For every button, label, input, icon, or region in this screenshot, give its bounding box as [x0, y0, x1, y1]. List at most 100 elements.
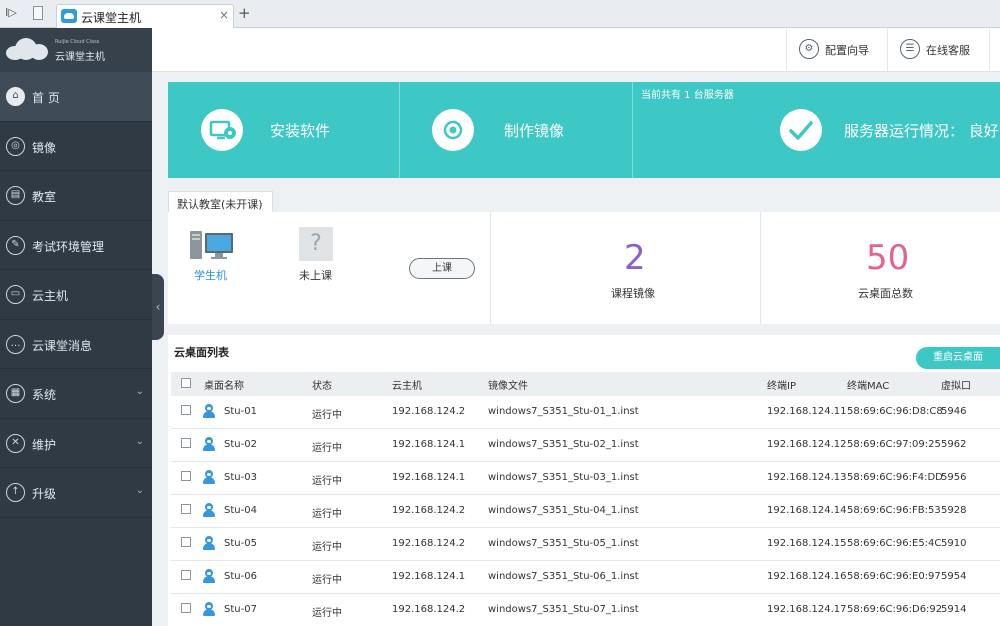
sidebar-item-3[interactable]: ✎ 考试环境管理	[0, 221, 152, 270]
desktop-name-cell: Stu-02	[224, 439, 257, 450]
virtual-port-cell: 5962	[941, 439, 967, 450]
status-cell: 运行中	[312, 575, 342, 586]
row-checkbox[interactable]	[181, 504, 191, 514]
col-terminal-mac[interactable]: 终端MAC	[847, 377, 889, 392]
table-row[interactable]: Stu-03 运行中 192.168.124.1 windows7_S351_Stu-…	[171, 462, 1000, 495]
sidebar-item-2[interactable]: ▤ 教室	[0, 171, 152, 221]
page-icon[interactable]	[33, 6, 43, 20]
sidebar-item-label: 镜像	[32, 140, 57, 155]
close-icon[interactable]: ×	[219, 8, 229, 22]
config-wizard-label: 配置向导	[825, 44, 869, 57]
row-checkbox[interactable]	[181, 405, 191, 415]
col-virtual-port[interactable]: 虚拟口	[941, 377, 971, 392]
desktops-total-label: 云桌面总数	[858, 287, 913, 300]
image-file-cell: windows7_S351_Stu-03_1.inst	[488, 472, 639, 483]
col-image-file[interactable]: 镜像文件	[488, 377, 528, 392]
status-cell: 运行中	[312, 410, 342, 421]
make-image-label: 制作镜像	[504, 122, 565, 140]
status-cell: 运行中	[312, 542, 342, 553]
question-icon: ?	[299, 227, 333, 261]
student-pc-label[interactable]: 学生机	[194, 267, 227, 283]
row-checkbox[interactable]	[181, 537, 191, 547]
restart-desktop-button[interactable]: 重启云桌面	[916, 347, 1000, 369]
wrench-icon: ✕	[6, 433, 25, 453]
message-icon: …	[6, 334, 25, 354]
image-file-cell: windows7_S351_Stu-02_1.inst	[488, 439, 639, 450]
host-cell: 192.168.124.2	[392, 406, 466, 417]
chevron-down-icon: ⌄	[135, 386, 144, 397]
host-cell: 192.168.124.1	[392, 472, 466, 483]
desktop-name-cell: Stu-05	[224, 538, 257, 549]
row-checkbox[interactable]	[181, 438, 191, 448]
col-desktop-name[interactable]: 桌面名称	[204, 377, 244, 392]
table-row[interactable]: Stu-05 运行中 192.168.124.2 windows7_S351_Stu-…	[171, 528, 1000, 561]
row-checkbox[interactable]	[181, 471, 191, 481]
chevron-down-icon: ⌄	[135, 485, 144, 496]
sidebar-item-6[interactable]: ▦ 系统 ⌄	[0, 369, 152, 419]
brand-name: 云课堂主机	[55, 52, 105, 63]
sidebar-item-7[interactable]: ✕ 维护 ⌄	[0, 419, 152, 468]
select-all-checkbox[interactable]	[181, 378, 191, 388]
browser-tab-bar: I▷ 云课堂主机 × +	[0, 0, 1000, 28]
sidebar-item-label: 教室	[32, 190, 57, 204]
virtual-port-cell: 5910	[941, 538, 967, 549]
table-row[interactable]: Stu-02 运行中 192.168.124.1 windows7_S351_Stu-…	[171, 429, 1000, 462]
tab-title: 云课堂主机	[81, 11, 142, 25]
sidebar-item-0[interactable]: ⌂ 首 页	[0, 72, 152, 122]
install-software-card[interactable]: 安装软件	[168, 82, 400, 178]
terminal-ip-cell: 192.168.124.14	[767, 505, 847, 516]
terminal-ip-cell: 192.168.124.15	[767, 538, 847, 549]
terminal-ip-cell: 192.168.124.12	[767, 439, 847, 450]
browser-tab[interactable]: 云课堂主机 ×	[56, 4, 234, 28]
host-cell: 192.168.124.2	[392, 505, 466, 516]
start-class-button[interactable]: 上课	[409, 258, 475, 279]
sidebar-item-4[interactable]: ▭ 云主机	[0, 270, 152, 320]
virtual-port-cell: 5928	[941, 505, 967, 516]
building-icon: ▤	[6, 186, 25, 205]
user-icon	[203, 569, 215, 583]
sidebar-item-1[interactable]: ◎ 镜像	[0, 122, 152, 171]
row-checkbox[interactable]	[181, 603, 191, 613]
virtual-port-cell: 5954	[941, 571, 967, 582]
online-service-button[interactable]: ☰ 在线客服	[887, 28, 990, 72]
table-row[interactable]: Stu-04 运行中 192.168.124.2 windows7_S351_Stu-…	[171, 495, 1000, 528]
desktop-list-panel: 云桌面列表 重启云桌面 桌面名称 状态 云主机 镜像文件 终端IP 终端MAC …	[168, 335, 1000, 626]
disc-icon: ◎	[6, 136, 25, 156]
desktops-total-count: 50	[866, 238, 910, 278]
server-icon: ▭	[6, 285, 25, 304]
brand-subtitle: Ruijie Cloud Class	[55, 39, 100, 45]
check-icon	[780, 109, 822, 151]
sidebar-item-5[interactable]: … 云课堂消息	[0, 320, 152, 369]
collapse-sidebar-button[interactable]: ‹	[152, 274, 164, 340]
row-checkbox[interactable]	[181, 570, 191, 580]
image-file-cell: windows7_S351_Stu-07_1.inst	[488, 604, 639, 615]
exam-icon: ✎	[6, 235, 25, 255]
classroom-panel: 学生机 ? 未上课 上课 2 课程镜像 50 云桌面总数	[168, 212, 1000, 324]
host-cell: 192.168.124.2	[392, 604, 466, 615]
sidebar-toggle-icon[interactable]: I▷	[4, 6, 18, 20]
sidebar-item-8[interactable]: ↑ 升级 ⌄	[0, 468, 152, 518]
table-row[interactable]: Stu-07 运行中 192.168.124.2 windows7_S351_Stu-…	[171, 594, 1000, 626]
make-image-card[interactable]: 制作镜像	[400, 82, 633, 178]
new-tab-button[interactable]: +	[238, 6, 251, 21]
status-cell: 运行中	[312, 443, 342, 454]
image-file-cell: windows7_S351_Stu-01_1.inst	[488, 406, 639, 417]
host-cell: 192.168.124.1	[392, 439, 466, 450]
col-host[interactable]: 云主机	[392, 377, 422, 392]
terminal-mac-cell: 58:69:6C:96:F4:DD	[847, 472, 943, 483]
desktop-name-cell: Stu-03	[224, 472, 257, 483]
terminal-mac-cell: 58:69:6C:96:D6:92	[847, 604, 943, 615]
col-status[interactable]: 状态	[312, 377, 332, 392]
classroom-tab[interactable]: 默认教室(未开课)	[168, 191, 273, 213]
sidebar-item-label: 维护	[32, 437, 57, 452]
user-icon	[203, 503, 215, 517]
col-terminal-ip[interactable]: 终端IP	[767, 377, 796, 392]
sidebar-nav: ⌂ 首 页 ◎ 镜像 ▤ 教室 ✎ 考试环境管理 ▭ 云主机 … 云课堂消息 ▦ 系统 ⌄ ✕ 维护 ⌄ ↑ 升级 ⌄	[0, 72, 152, 518]
user-icon	[203, 470, 215, 484]
user-icon	[203, 602, 215, 616]
table-row[interactable]: Stu-06 运行中 192.168.124.1 windows7_S351_Stu-…	[171, 561, 1000, 594]
config-wizard-button[interactable]: ⚙ 配置向导	[786, 28, 887, 72]
grid-icon: ▦	[6, 384, 25, 403]
student-pc-icon	[190, 229, 234, 261]
table-row[interactable]: Stu-01 运行中 192.168.124.2 windows7_S351_Stu-…	[171, 396, 1000, 429]
